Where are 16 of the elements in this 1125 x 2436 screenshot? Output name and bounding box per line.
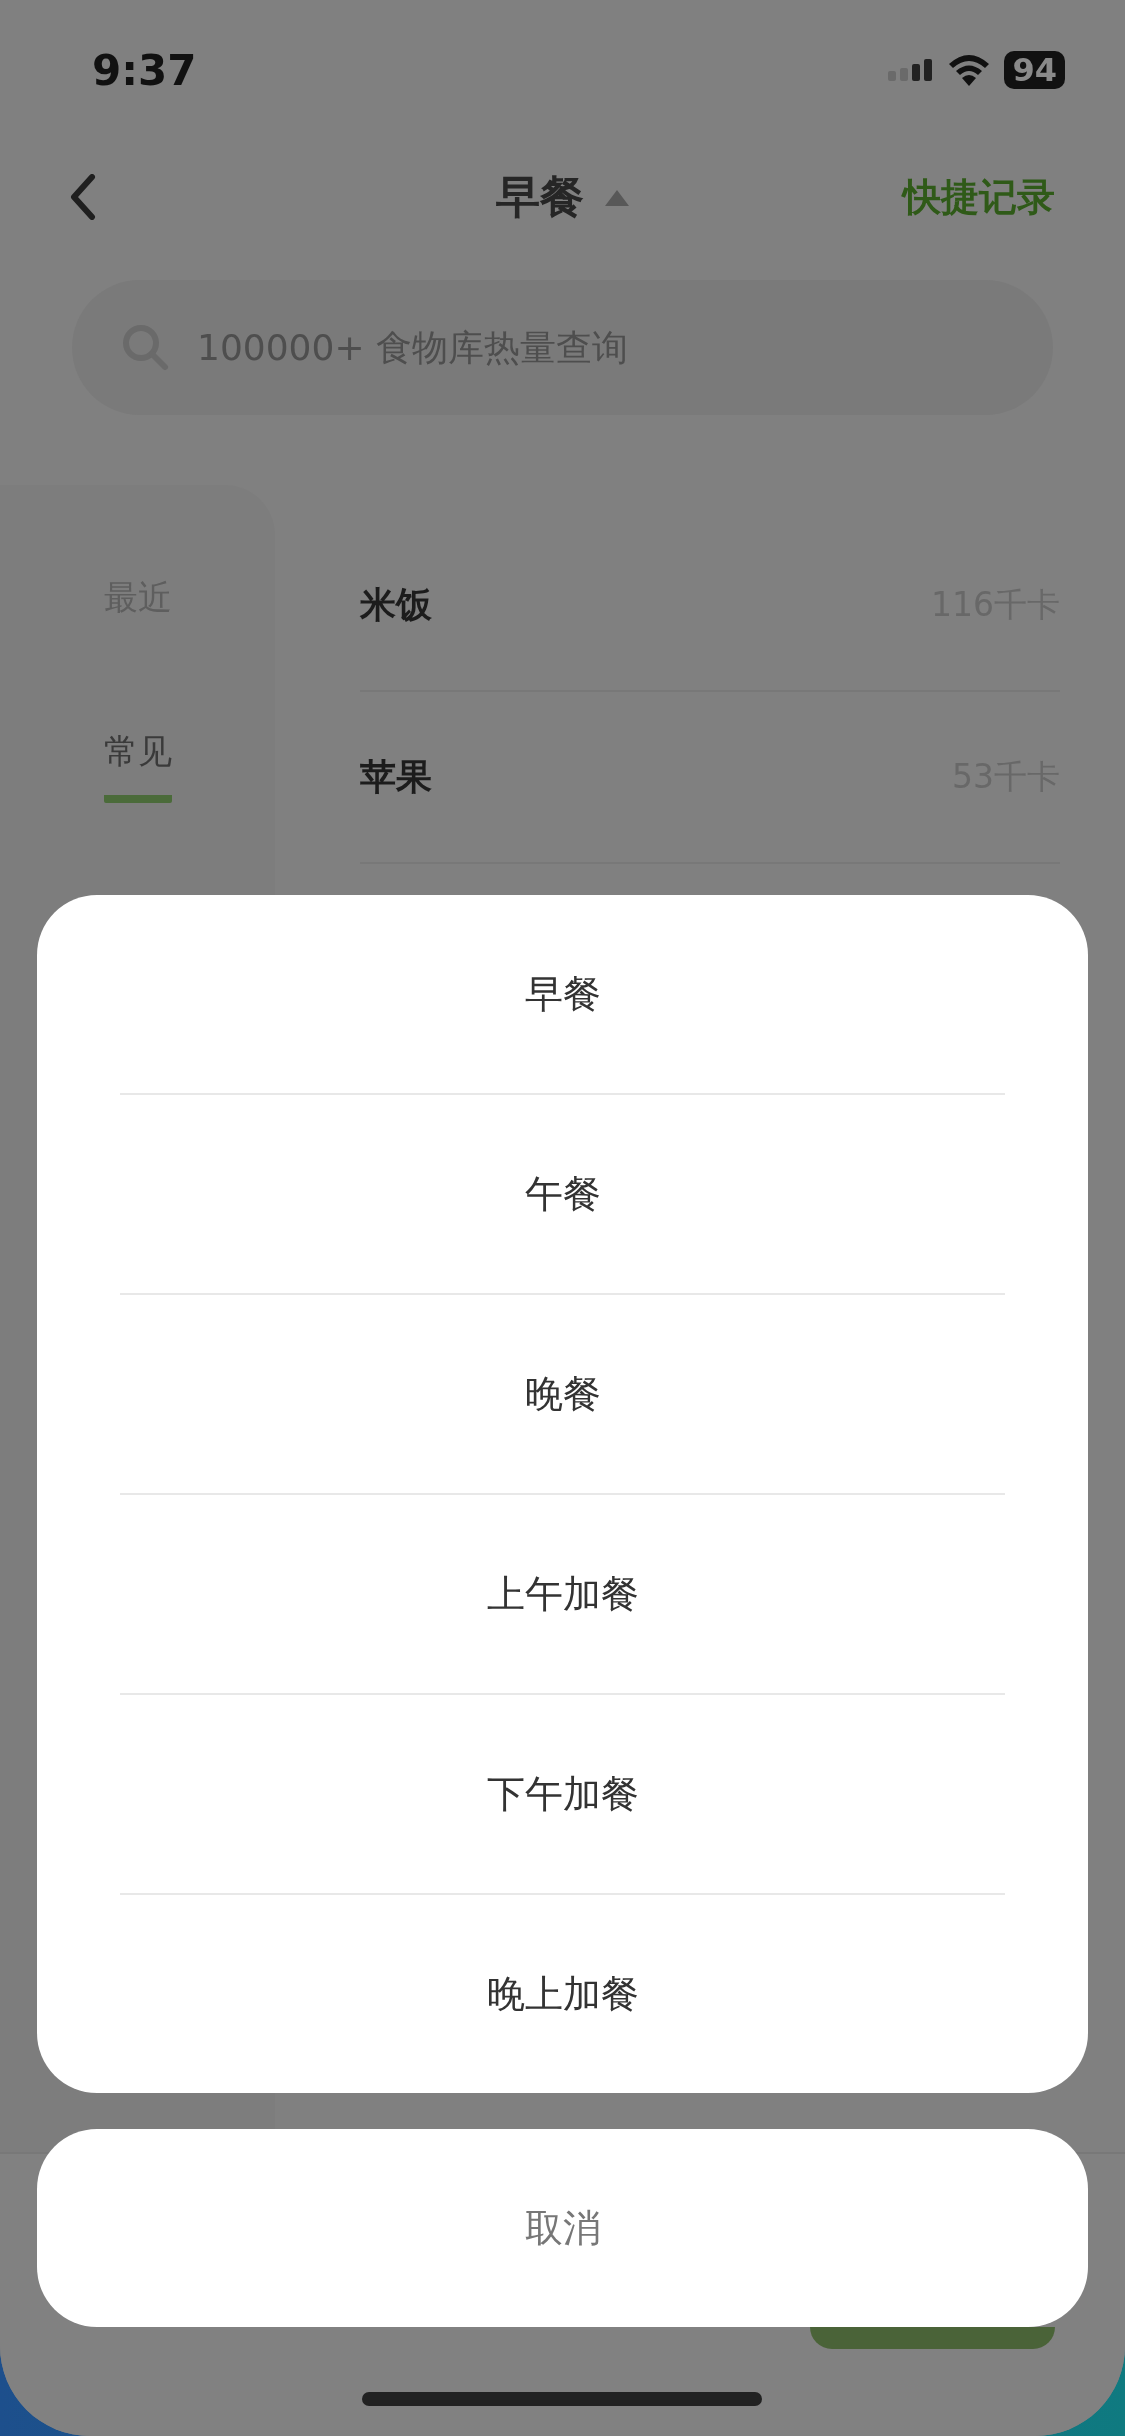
- meal-option[interactable]: 下午加餐: [120, 1695, 1005, 1893]
- food-name: 米饭: [360, 582, 432, 627]
- caret-icon: [603, 188, 630, 207]
- status-time: 9:37: [92, 45, 197, 95]
- meal-option[interactable]: 晚餐: [120, 1295, 1005, 1493]
- meal-selector[interactable]: 早餐: [495, 168, 630, 227]
- meal-option[interactable]: 上午加餐: [120, 1495, 1005, 1693]
- signal-icon: [888, 59, 935, 81]
- battery-level: 94: [1004, 51, 1065, 89]
- meal-option[interactable]: 早餐: [120, 895, 1005, 1093]
- wifi-icon: [948, 54, 991, 86]
- food-name: 苹果: [360, 754, 432, 799]
- meal-option[interactable]: 午餐: [120, 1095, 1005, 1293]
- cancel-button[interactable]: 取消: [37, 2129, 1088, 2327]
- back-icon[interactable]: [70, 174, 96, 220]
- meal-option[interactable]: 晚上加餐: [120, 1895, 1005, 2093]
